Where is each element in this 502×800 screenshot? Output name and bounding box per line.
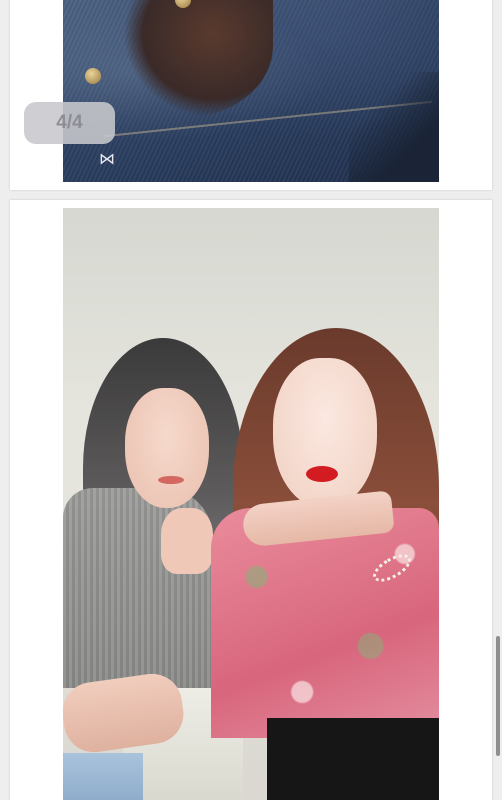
face — [125, 388, 209, 508]
jacket-button-icon — [85, 68, 101, 84]
page-indicator-badge: 4/4 — [24, 102, 115, 144]
lips — [158, 476, 184, 484]
pink-floral-blouse — [211, 508, 439, 738]
bow-sticker-icon: ⋈ — [99, 151, 115, 168]
two-women-selfie-photo[interactable] — [63, 208, 439, 800]
jeans — [63, 753, 143, 800]
photo-feed: ⋈ 4/4 — [0, 0, 502, 800]
red-lips — [306, 466, 338, 482]
denim-jacket-photo[interactable]: ⋈ — [63, 0, 439, 182]
photo-shadow — [349, 72, 439, 182]
page-indicator-text: 4/4 — [56, 112, 83, 133]
black-pants — [267, 718, 439, 800]
face — [273, 358, 377, 508]
photo-card — [10, 200, 492, 800]
hair-shadow — [123, 0, 273, 118]
hand — [161, 508, 213, 574]
photo-card: ⋈ 4/4 — [10, 0, 492, 190]
scrollbar-thumb[interactable] — [496, 636, 500, 756]
